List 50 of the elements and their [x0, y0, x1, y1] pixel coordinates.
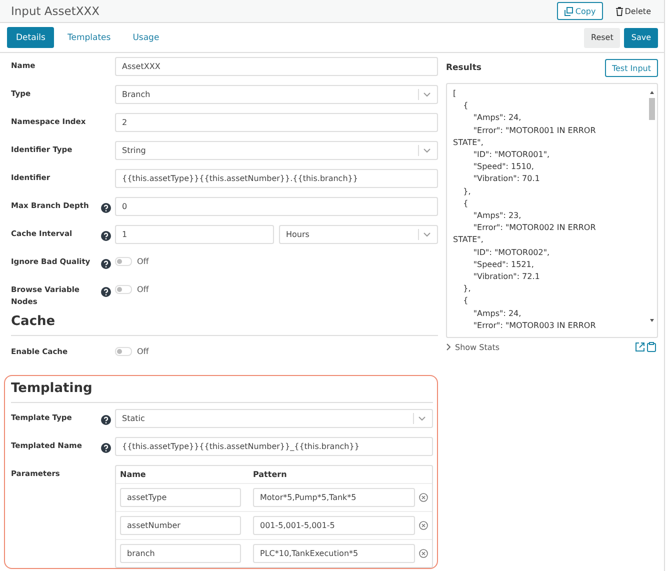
input-field[interactable]: AssetXXX: [115, 57, 438, 76]
remove-icon[interactable]: [419, 493, 428, 502]
input-field[interactable]: PLC*10,TankExecution*5: [253, 544, 415, 563]
input-field[interactable]: Motor*5,Pump*5,Tank*5: [253, 488, 415, 507]
chevron-down-icon: [423, 232, 431, 237]
input-field[interactable]: branch: [120, 544, 241, 563]
dropdown[interactable]: String: [115, 141, 438, 160]
input-field[interactable]: {{this.assetType}}{{this.assetNumber}}.{{this.branch}}: [115, 169, 438, 188]
input-field[interactable]: assetType: [120, 488, 241, 507]
chevron-down-icon: [418, 416, 426, 421]
chevron-right-icon: [446, 343, 451, 351]
toggle-label: Off: [137, 257, 149, 266]
input-field[interactable]: 2: [115, 113, 438, 132]
column-header: Pattern: [253, 470, 288, 479]
copy-button[interactable]: Copy: [557, 2, 603, 20]
toggle-switch[interactable]: [115, 285, 132, 294]
input-field[interactable]: 1: [115, 225, 274, 244]
tab[interactable]: Usage: [124, 27, 168, 48]
trash-icon: [616, 6, 623, 16]
section-heading: Cache: [10, 313, 56, 331]
input-field[interactable]: 001-5,001-5,001-5: [253, 516, 415, 535]
input-field[interactable]: {{this.assetType}}{{this.assetNumber}}_{{this.branch}}: [115, 437, 433, 456]
chevron-down-icon: [423, 92, 431, 97]
results-text: [ { "Amps": 24, "Error": "MOTOR001 IN ERROR STATE", "ID": "MOTOR001", "Speed": 1510, "Vibration": 70.1 }, { "Amps": 23, "Error": "MOTOR002 IN ERROR STATE", "ID": "MOTOR002", "Speed": 1521, "Vibration": 72.1 }, { "Amps": 24, "Error": "MOTOR003 IN ERROR: [453, 88, 596, 332]
dropdown[interactable]: Branch: [115, 85, 438, 104]
show-stats-toggle[interactable]: Show Stats: [446, 342, 500, 352]
toggle-label: Off: [137, 285, 149, 294]
copy-icon: [564, 6, 574, 16]
input-field[interactable]: assetNumber: [120, 516, 241, 535]
dropdown[interactable]: Static: [115, 409, 433, 428]
external-link-icon[interactable]: [635, 342, 645, 352]
remove-icon[interactable]: [419, 521, 428, 530]
delete-button[interactable]: Delete: [608, 2, 658, 20]
test-input-button[interactable]: Test Input: [604, 59, 658, 77]
tab[interactable]: Details: [7, 27, 54, 48]
remove-icon[interactable]: [419, 549, 428, 558]
window-title: Input AssetXXX: [11, 4, 100, 18]
tab[interactable]: Templates: [58, 27, 120, 48]
toggle-switch[interactable]: [115, 257, 132, 266]
chevron-down-icon: [423, 148, 431, 153]
toggle-switch[interactable]: [115, 347, 132, 356]
clipboard-icon[interactable]: [647, 342, 656, 352]
panel-title: Results: [446, 63, 482, 73]
input-field[interactable]: 0: [115, 197, 438, 216]
toggle-label: Off: [137, 347, 149, 356]
reset-button[interactable]: Reset: [584, 28, 620, 48]
dropdown[interactable]: Hours: [279, 225, 438, 244]
column-header: Name: [120, 470, 147, 479]
save-button[interactable]: Save: [624, 28, 658, 48]
section-heading: Templating: [10, 380, 94, 398]
